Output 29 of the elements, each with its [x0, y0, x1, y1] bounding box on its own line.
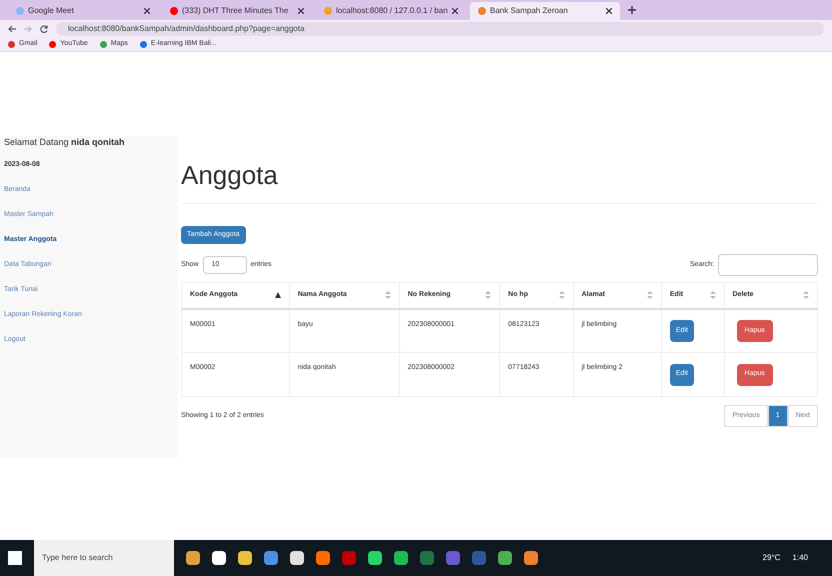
taskbar-search-field[interactable]: Type here to search — [34, 540, 174, 576]
weather-text: 29°C — [762, 552, 780, 564]
taskbar-app-icon[interactable] — [238, 551, 252, 565]
taskbar-app-icon[interactable] — [524, 551, 538, 565]
close-icon[interactable] — [298, 8, 304, 14]
search-field[interactable] — [718, 254, 818, 276]
tab-title: Google Meet — [28, 5, 75, 17]
windows-start-icon[interactable] — [8, 551, 22, 565]
close-icon[interactable] — [606, 8, 612, 14]
tab-title: localhost:8080 / 127.0.0.1 / ban — [336, 5, 448, 17]
tab-title: (333) DHT Three Minutes The — [182, 5, 290, 17]
reload-icon[interactable] — [40, 25, 48, 33]
back-arrow-icon[interactable] — [8, 25, 16, 33]
address-field[interactable]: localhost:8080/bankSampah/admin/dashboard.php?page=anggota — [56, 22, 824, 36]
close-icon[interactable] — [452, 8, 458, 14]
taskbar-app-icon[interactable] — [498, 551, 512, 565]
tab-title: Bank Sampah Zeroan — [490, 5, 569, 17]
taskbar-app-icon[interactable] — [316, 551, 330, 565]
taskbar-app-icon[interactable] — [186, 551, 200, 565]
taskbar-app-icon[interactable] — [368, 551, 382, 565]
taskbar-app-icon[interactable] — [394, 551, 408, 565]
close-icon[interactable] — [144, 8, 150, 14]
taskbar-app-icon[interactable] — [212, 551, 226, 565]
page-title: Anggota — [181, 156, 818, 204]
greeting-text: Selamat Datang nida qonitah — [4, 136, 126, 149]
browser-tab[interactable]: Bank Sampah Zeroan — [470, 2, 620, 20]
new-tab-icon[interactable] — [628, 6, 636, 14]
taskbar-app-icon[interactable] — [290, 551, 304, 565]
clock-text: 1:40 — [792, 552, 809, 564]
